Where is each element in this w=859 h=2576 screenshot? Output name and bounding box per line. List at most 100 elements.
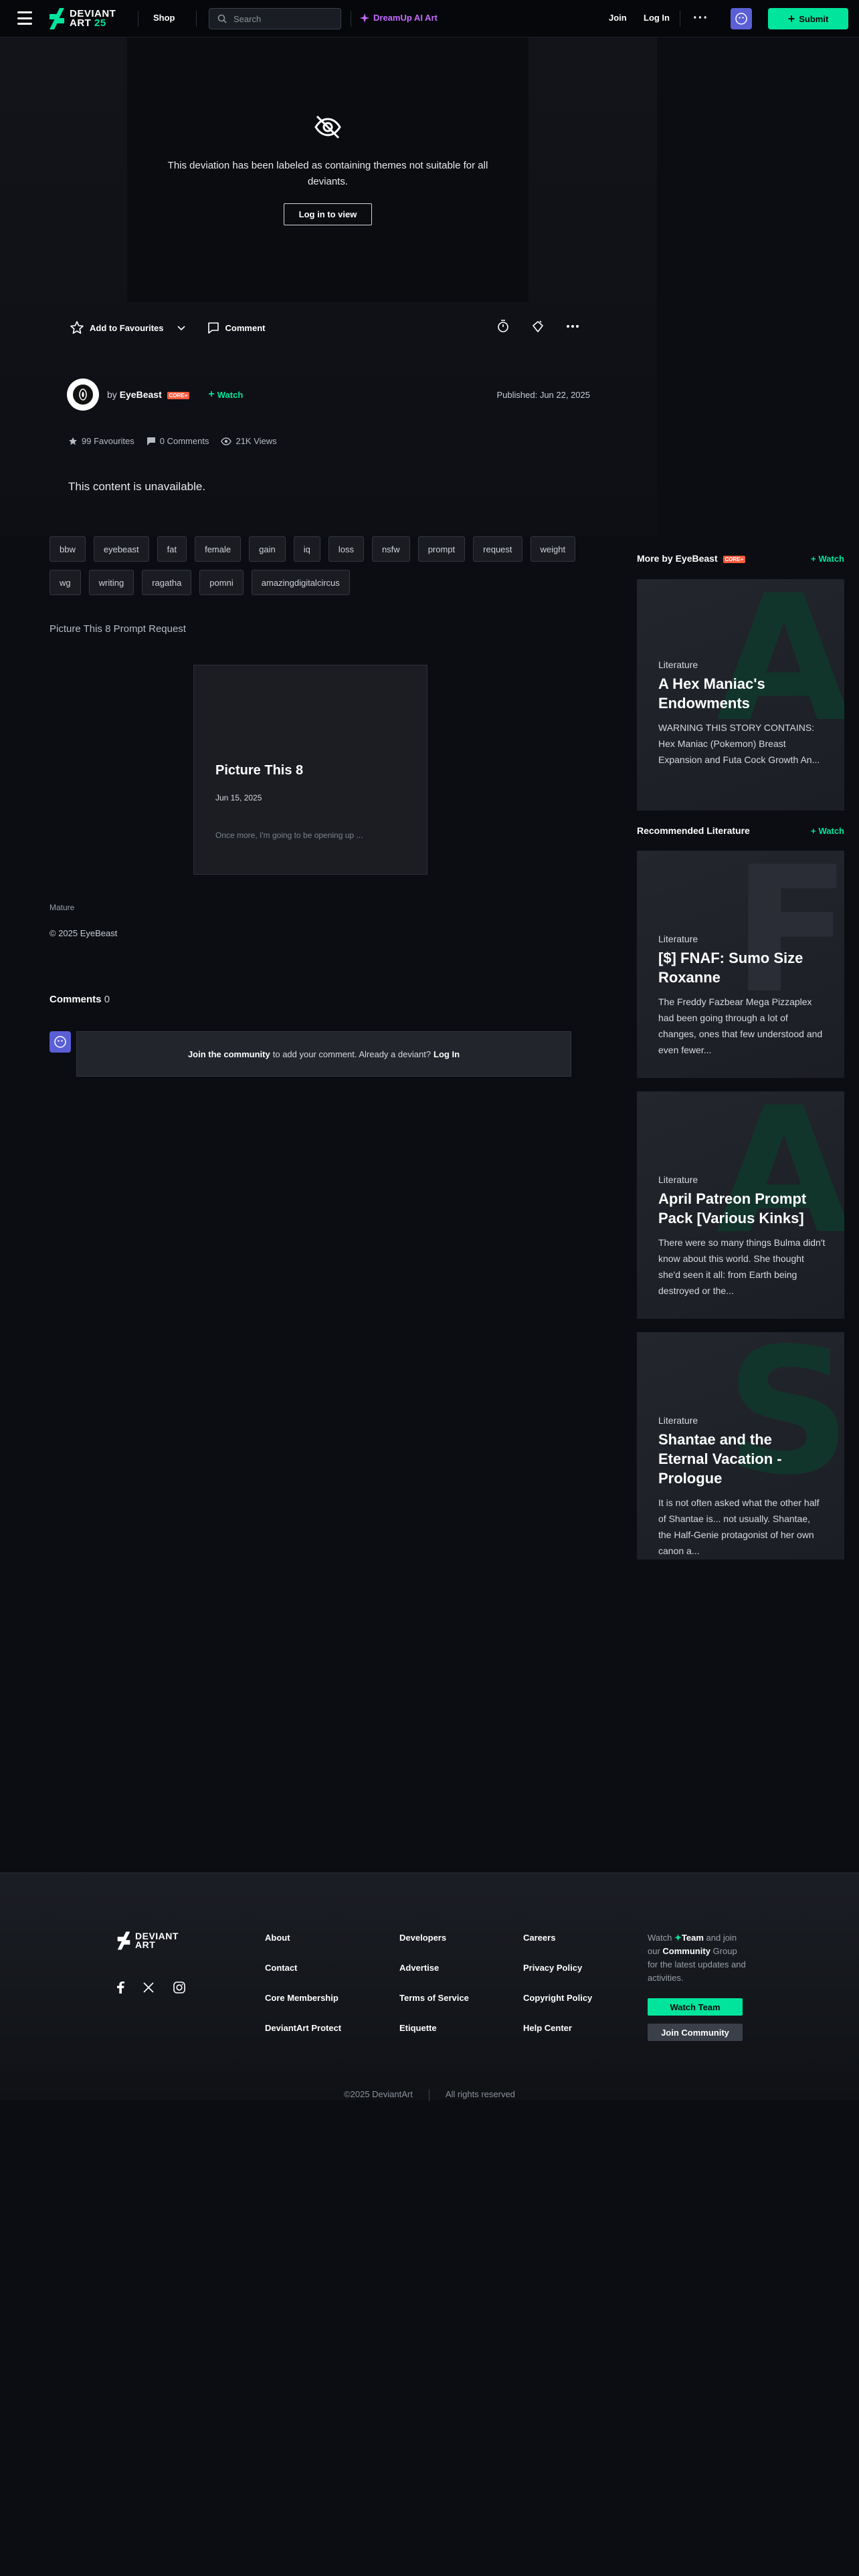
- deviation-right-actions: [495, 318, 581, 334]
- watch-label: Watch: [217, 389, 244, 400]
- footer-link-terms-of-service[interactable]: Terms of Service: [399, 1993, 469, 2003]
- recommended-watch-button[interactable]: + Watch: [811, 826, 844, 836]
- community-link[interactable]: Community: [662, 1946, 710, 1956]
- add-favourites-button[interactable]: Add to Favourites: [70, 320, 164, 335]
- badge-icon[interactable]: [495, 318, 511, 334]
- more-actions-icon[interactable]: [565, 318, 581, 334]
- footer-link-careers[interactable]: Careers: [523, 1933, 592, 1943]
- footer-link-deviantart-protect[interactable]: DeviantArt Protect: [265, 2023, 341, 2033]
- tag-bbw[interactable]: bbw: [50, 536, 86, 562]
- comment-login-link[interactable]: Log In: [434, 1049, 460, 1059]
- tag-fat[interactable]: fat: [157, 536, 187, 562]
- literature-kind: Literature: [658, 934, 698, 944]
- tag-weight[interactable]: weight: [530, 536, 576, 562]
- menu-icon[interactable]: [17, 11, 32, 25]
- footer-link-contact[interactable]: Contact: [265, 1963, 341, 1973]
- mature-content-overlay: This deviation has been labeled as conta…: [127, 37, 529, 302]
- search-input[interactable]: Search: [209, 8, 341, 29]
- submit-label: Submit: [799, 13, 829, 24]
- tag-iq[interactable]: iq: [293, 536, 320, 562]
- deviation-sidebar-spacer: [657, 37, 859, 536]
- mature-label[interactable]: Mature: [50, 903, 74, 912]
- login-to-view-button[interactable]: Log in to view: [283, 203, 373, 225]
- logo-wordmark: DEVIANT ART 25: [70, 8, 116, 29]
- tag-nsfw[interactable]: nsfw: [371, 536, 410, 562]
- literature-title[interactable]: April Patreon Prompt Pack [Various Kinks…: [658, 1189, 826, 1228]
- footer-link-etiquette[interactable]: Etiquette: [399, 2023, 469, 2033]
- comment-button[interactable]: Comment: [207, 321, 265, 334]
- literature-excerpt: The Freddy Fazbear Mega Pizzaplex had be…: [658, 996, 823, 1055]
- watch-author-button[interactable]: + Watch: [208, 389, 243, 400]
- divider: [428, 2089, 430, 2101]
- footer-link-about[interactable]: About: [265, 1933, 341, 1943]
- tag-writing[interactable]: writing: [88, 570, 134, 595]
- dreamup-link[interactable]: DreamUp AI Art: [360, 13, 438, 23]
- tip-icon[interactable]: [530, 318, 546, 334]
- core-badge: CORE+: [167, 391, 190, 399]
- submit-button[interactable]: + Submit: [768, 8, 848, 29]
- star-filled-icon: [69, 437, 77, 445]
- footer-link-advertise[interactable]: Advertise: [399, 1963, 469, 1973]
- default-avatar-icon: [54, 1036, 66, 1048]
- unavailable-message: This content is unavailable.: [68, 480, 206, 493]
- mature-message: This deviation has been labeled as conta…: [167, 160, 488, 187]
- eye-hidden-icon: [314, 115, 341, 139]
- login-link[interactable]: Log In: [644, 13, 670, 23]
- footer-link-help-center[interactable]: Help Center: [523, 2023, 592, 2033]
- join-community-button[interactable]: Join Community: [648, 2024, 743, 2041]
- x-icon[interactable]: [143, 1982, 154, 1993]
- literature-title[interactable]: A Hex Maniac's Endowments: [658, 674, 826, 713]
- comments-count: 0 Comments: [159, 436, 209, 446]
- tag-prompt[interactable]: prompt: [417, 536, 466, 562]
- tag-ragatha[interactable]: ragatha: [142, 570, 192, 595]
- footer-column-1: About Contact Core Membership DeviantArt Pr…: [265, 1933, 341, 2033]
- tag-request[interactable]: request: [473, 536, 522, 562]
- author-avatar[interactable]: [67, 379, 99, 411]
- deviantart-logo[interactable]: DEVIANT ART 25: [48, 6, 116, 31]
- join-link[interactable]: Join: [609, 13, 627, 23]
- tag-pomni[interactable]: pomni: [199, 570, 244, 595]
- footer-link-core-membership[interactable]: Core Membership: [265, 1993, 341, 2003]
- facebook-icon[interactable]: [116, 1981, 124, 1994]
- tag-gain[interactable]: gain: [249, 536, 286, 562]
- shop-link[interactable]: Shop: [153, 13, 175, 23]
- watch-team-button[interactable]: Watch Team: [648, 1998, 743, 2016]
- footer-logo[interactable]: DEVIANT ART: [116, 1931, 179, 1950]
- add-favourites-label: Add to Favourites: [90, 322, 164, 333]
- literature-title[interactable]: Shantae and the Eternal Vacation - Prolo…: [658, 1430, 826, 1488]
- literature-card-date: Jun 15, 2025: [215, 793, 262, 802]
- footer-watch-text: Watch ✦Team and join our Community Group…: [648, 1933, 746, 1983]
- tag-eyebeast[interactable]: eyebeast: [93, 536, 149, 562]
- footer-link-copyright-policy[interactable]: Copyright Policy: [523, 1993, 592, 2003]
- team-link[interactable]: Team: [682, 1933, 704, 1943]
- sidebar-literature-card[interactable]: F Literature [$] FNAF: Sumo Size Roxanne Th…: [637, 851, 844, 1078]
- tag-loss[interactable]: loss: [328, 536, 364, 562]
- comments-stat: 0 Comments: [147, 436, 209, 446]
- literature-title[interactable]: [$] FNAF: Sumo Size Roxanne: [658, 948, 826, 987]
- literature-card[interactable]: Picture This 8 Jun 15, 2025 Once more, I…: [193, 665, 427, 875]
- by-label: by: [107, 389, 117, 400]
- sidebar-literature-card[interactable]: A Literature A Hex Maniac's Endowments WARN…: [637, 579, 844, 811]
- avatar[interactable]: [731, 8, 752, 29]
- literature-excerpt: It is not often asked what the other hal…: [658, 1497, 820, 1556]
- more-by-title[interactable]: More by EyeBeast CORE+: [637, 553, 746, 564]
- join-community-link[interactable]: Join the community: [188, 1049, 270, 1059]
- literature-kind: Literature: [658, 1415, 698, 1426]
- published-date: Published: Jun 22, 2025: [496, 390, 591, 400]
- instagram-icon[interactable]: [173, 1981, 186, 1994]
- literature-kind: Literature: [658, 659, 698, 670]
- tag-amazingdigitalcircus[interactable]: amazingdigitalcircus: [251, 570, 350, 595]
- tag-female[interactable]: female: [195, 536, 242, 562]
- sidebar-watch-button[interactable]: + Watch: [811, 554, 844, 564]
- sidebar-literature-card[interactable]: S Literature Shantae and the Eternal Vacat…: [637, 1332, 844, 1560]
- chevron-down-icon[interactable]: [175, 321, 188, 334]
- literature-card-excerpt: Once more, I'm going to be opening up ..…: [215, 831, 363, 840]
- search-placeholder: Search: [233, 13, 262, 24]
- footer-link-developers[interactable]: Developers: [399, 1933, 469, 1943]
- tag-wg[interactable]: wg: [50, 570, 81, 595]
- author-name[interactable]: EyeBeast: [120, 389, 162, 400]
- comments-heading: Comments 0: [50, 994, 110, 1005]
- footer-link-privacy-policy[interactable]: Privacy Policy: [523, 1963, 592, 1973]
- more-options-icon[interactable]: ···: [693, 11, 708, 26]
- sidebar-literature-card[interactable]: A Literature April Patreon Prompt Pack [Va…: [637, 1091, 844, 1319]
